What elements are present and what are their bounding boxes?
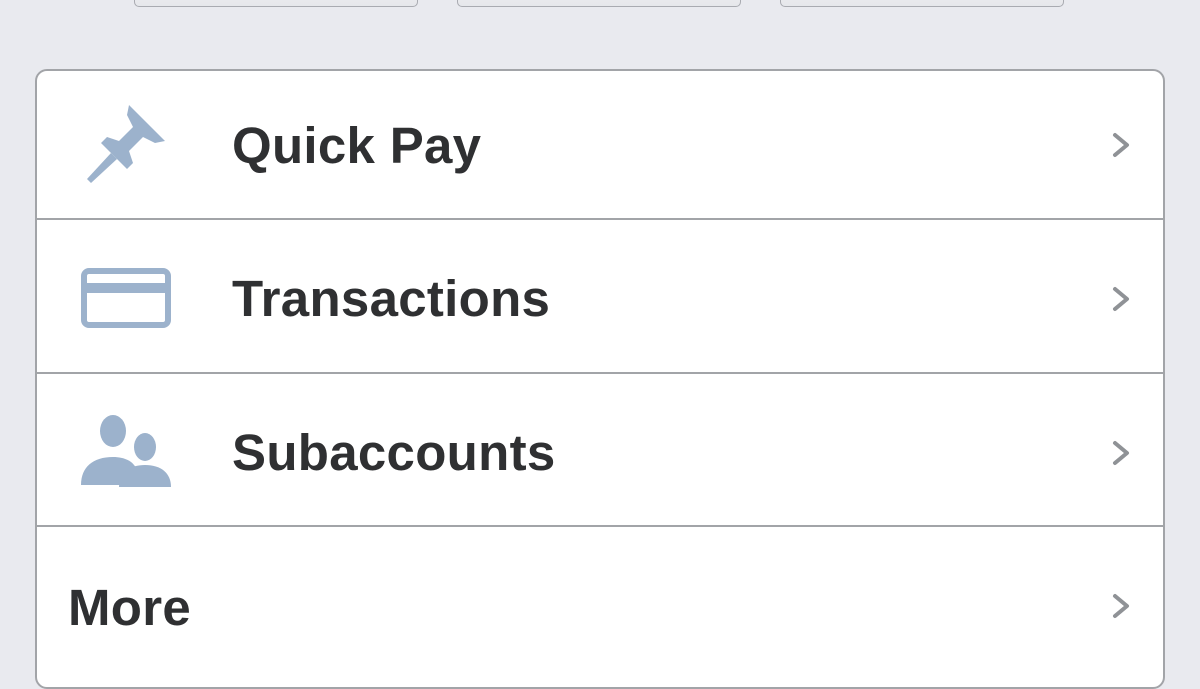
pushpin-icon (77, 97, 173, 193)
menu-item-more[interactable]: More (37, 530, 1163, 682)
chevron-right-icon (1111, 285, 1133, 313)
credit-card-icon (77, 251, 173, 347)
menu-item-transactions[interactable]: Transactions (37, 223, 1163, 375)
top-button-1[interactable] (134, 0, 418, 7)
menu-card: Quick Pay Transactions Subaccounts More (35, 69, 1165, 689)
menu-item-label: Subaccounts (232, 424, 556, 481)
chevron-right-icon (1111, 592, 1133, 620)
divider (37, 525, 1163, 527)
top-button-2[interactable] (457, 0, 741, 7)
menu-item-label: Transactions (232, 270, 551, 327)
divider (37, 372, 1163, 374)
menu-item-quick-pay[interactable]: Quick Pay (37, 71, 1163, 223)
menu-item-subaccounts[interactable]: Subaccounts (37, 377, 1163, 529)
chevron-right-icon (1111, 439, 1133, 467)
menu-item-label: Quick Pay (232, 117, 482, 174)
menu-item-label: More (68, 579, 192, 636)
top-button-3[interactable] (780, 0, 1064, 7)
chevron-right-icon (1111, 131, 1133, 159)
users-icon (77, 405, 173, 501)
divider (37, 218, 1163, 220)
